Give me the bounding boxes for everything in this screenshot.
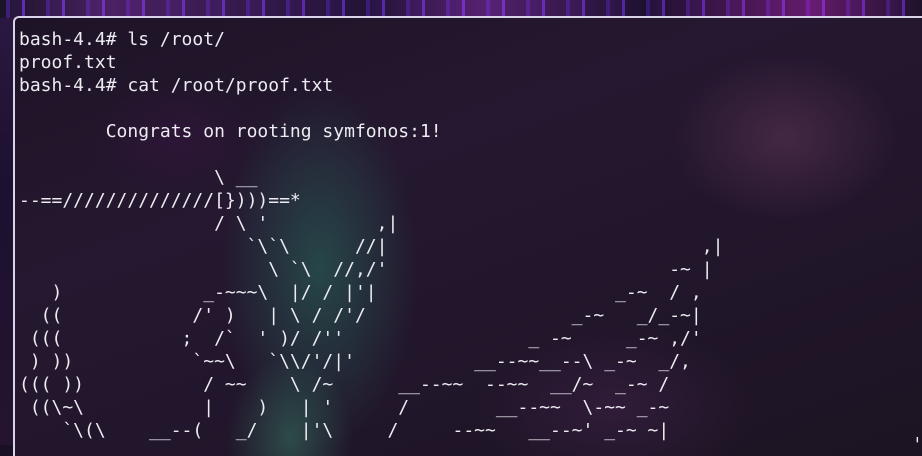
terminal-line: `\`\ //| ,| (19, 236, 724, 257)
terminal-line: Congrats on rooting symfonos:1! (19, 121, 442, 142)
terminal-output[interactable]: bash-4.4# ls /root/ proof.txt bash-4.4# … (19, 28, 723, 442)
terminal-line: --==//////////////[})))==* (19, 190, 301, 211)
terminal-line: ((\~\ | ) | ' / __--~~ \-~~ _-~ (19, 397, 670, 418)
terminal-line: `\(\ __--( _/ |'\ / --~~ __--~' _-~ ~| (19, 420, 670, 441)
desktop-background (0, 18, 14, 445)
terminal-line: / \ ' ,| (19, 213, 399, 234)
terminal-line: proof.txt (19, 52, 117, 73)
terminal-line: ((( )) / ~~ \ /~ __--~~ --~~ __/~ _-~ / (19, 374, 670, 395)
resize-handle-icon[interactable]: ╻ (915, 434, 920, 443)
terminal-line: ) )) `~~\ `\\/'/|' __--~~__--\ _-~ _/, (19, 351, 691, 372)
terminal-line: ) _-~~~\ |/ / |'| _-~ / , (19, 282, 702, 303)
terminal-window[interactable]: bash-4.4# ls /root/ proof.txt bash-4.4# … (13, 16, 922, 456)
terminal-line: (( /' ) | \ / /'/ _-~ _/_-~| (19, 305, 702, 326)
terminal-line: \ `\ //,/' -~ | (19, 259, 713, 280)
terminal-line: bash-4.4# ls /root/ (19, 29, 225, 50)
terminal-line: bash-4.4# cat /root/proof.txt (19, 75, 334, 96)
terminal-line: \ __ (19, 167, 258, 188)
terminal-line: ((( ; /` ' )/ /'' _ -~ _-~ ,/' (19, 328, 702, 349)
